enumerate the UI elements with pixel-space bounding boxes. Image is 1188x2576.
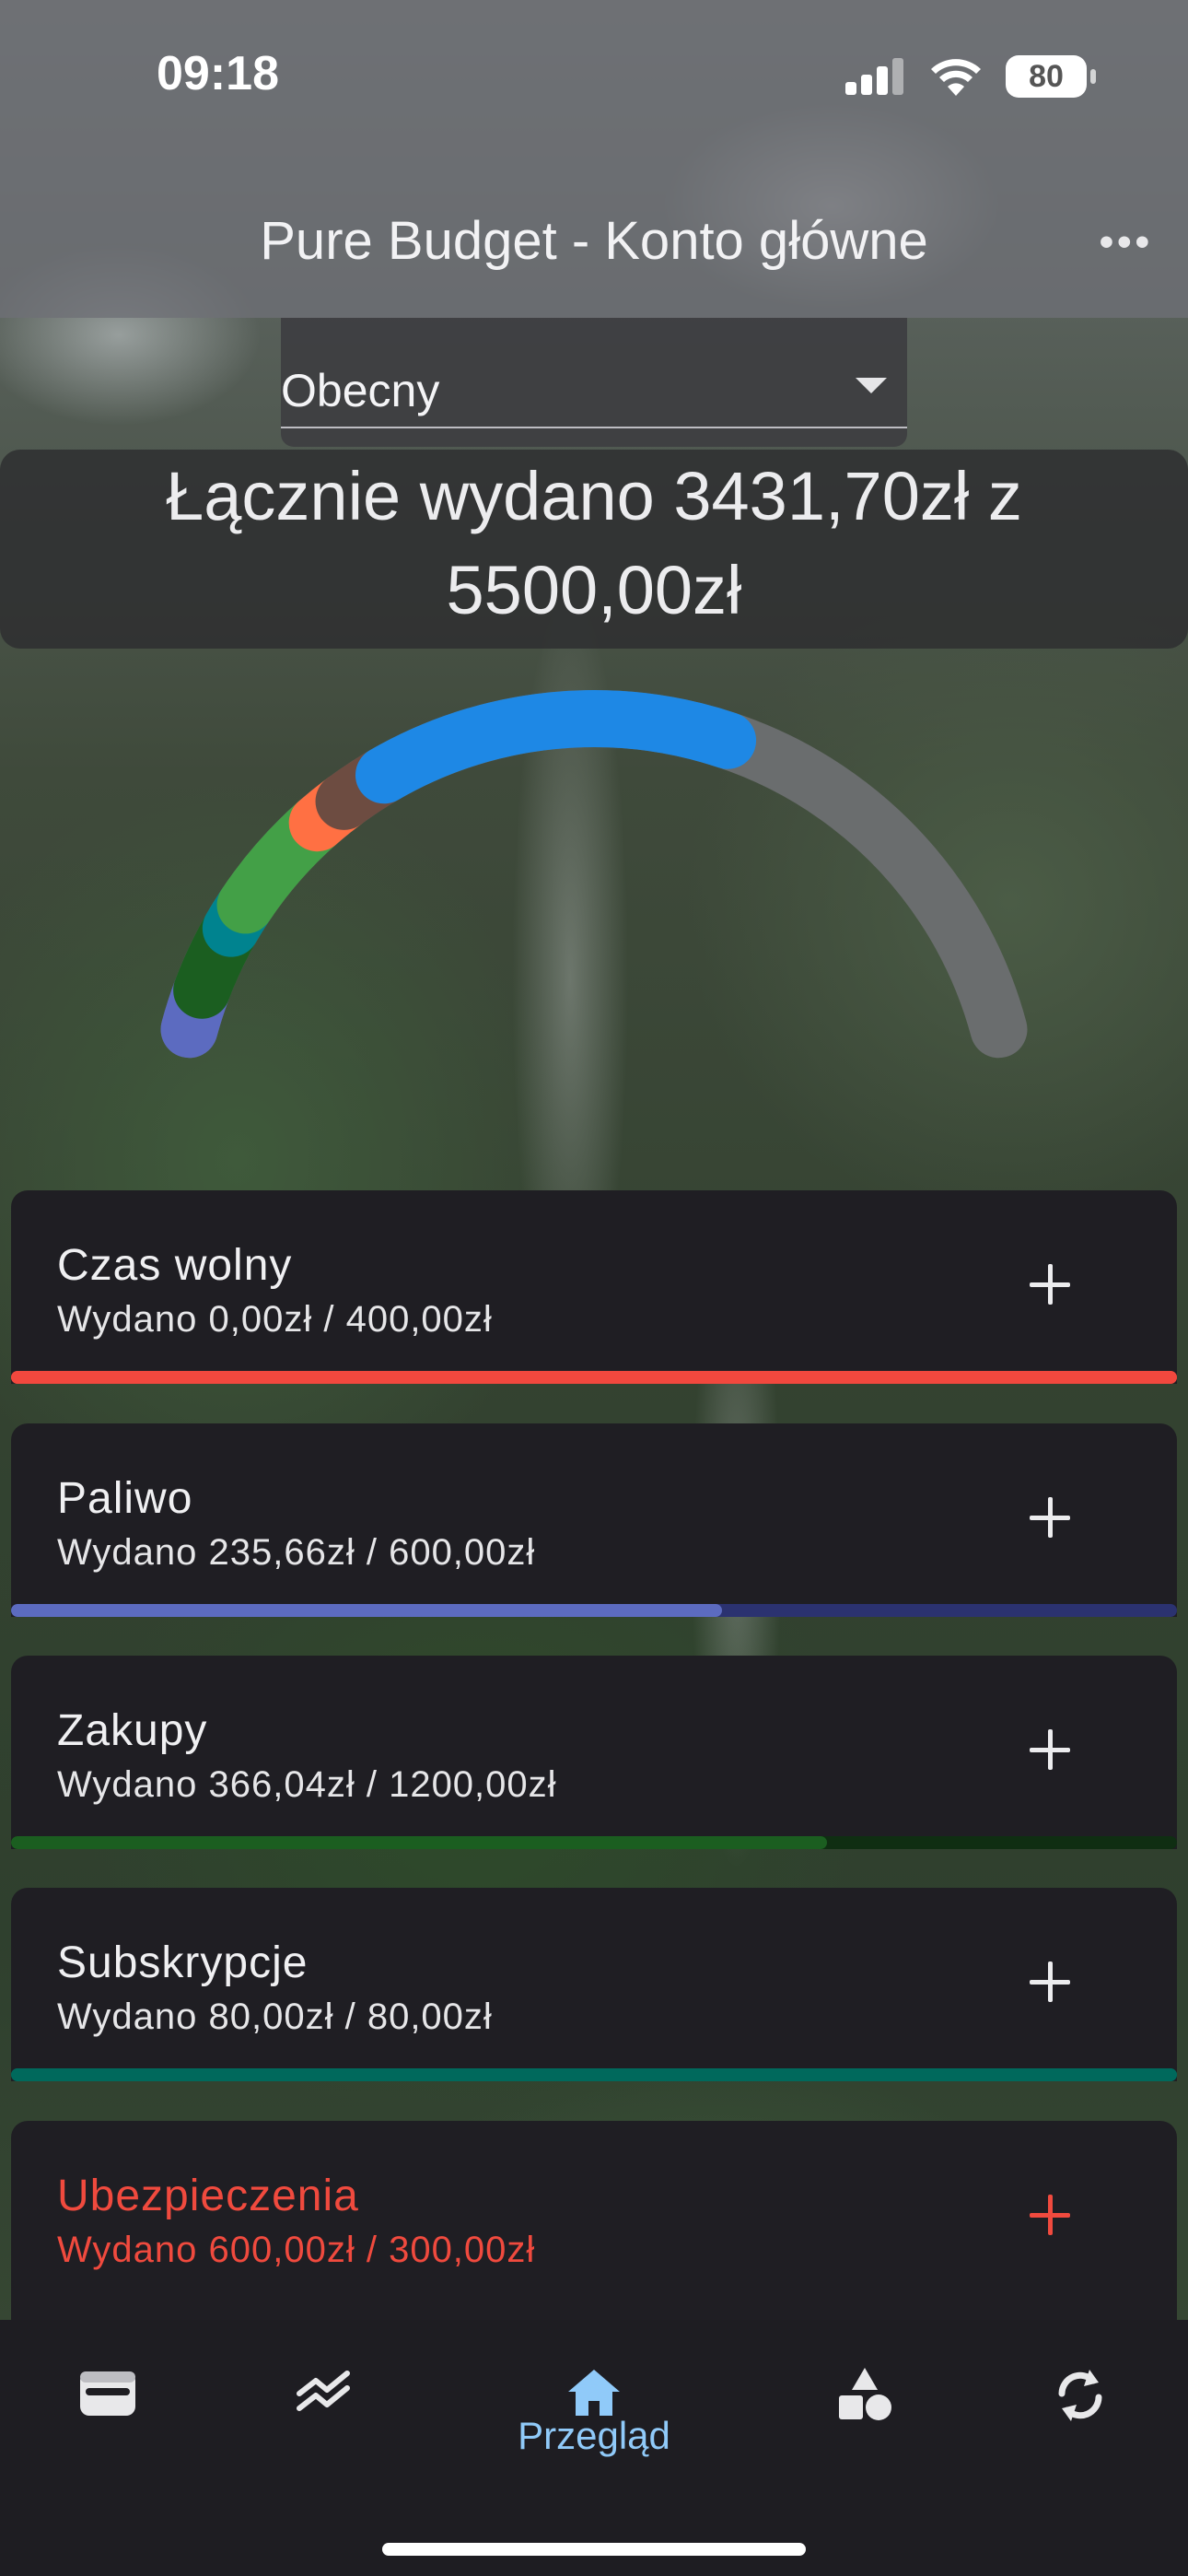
home-indicator[interactable]	[382, 2543, 806, 2556]
category-card[interactable]: Subskrypcje Wydano 80,00zł / 80,00zł	[11, 1888, 1177, 2081]
category-spent: Wydano 0,00zł / 400,00zł	[57, 1299, 493, 1340]
wifi-icon	[931, 59, 981, 96]
category-card[interactable]: Ubezpieczenia Wydano 600,00zł / 300,00zł	[11, 2121, 1177, 2320]
home-icon	[568, 2370, 620, 2416]
nav-label-overview: Przegląd	[518, 2414, 670, 2457]
category-name: Subskrypcje	[57, 1938, 309, 1987]
period-dropdown[interactable]: Obecny	[281, 318, 907, 447]
category-spent: Wydano 235,66zł / 600,00zł	[57, 1532, 536, 1573]
shapes-icon	[839, 2368, 891, 2420]
category-progress-bar	[11, 1371, 1177, 1384]
gauge-segment	[355, 690, 757, 804]
period-dropdown-value: Obecny	[281, 365, 440, 416]
category-spent: Wydano 366,04zł / 1200,00zł	[57, 1764, 557, 1805]
category-name: Paliwo	[57, 1474, 193, 1523]
category-card[interactable]: Czas wolny Wydano 0,00zł / 400,00zł	[11, 1190, 1177, 1384]
budget-gauge	[160, 689, 1028, 1059]
summary-line-1: Łącznie wydano 3431,70zł z	[166, 458, 1022, 534]
category-name: Zakupy	[57, 1706, 208, 1755]
category-progress-bar	[11, 1836, 1177, 1849]
category-spent: Wydano 80,00zł / 80,00zł	[57, 1996, 493, 2037]
add-expense-button[interactable]	[1030, 1497, 1070, 1538]
category-name: Ubezpieczenia	[57, 2172, 359, 2220]
category-name: Czas wolny	[57, 1241, 293, 1290]
add-expense-button[interactable]	[1030, 2195, 1070, 2235]
more-horizontal-icon[interactable]: •••	[1100, 219, 1153, 265]
add-expense-button[interactable]	[1030, 1264, 1070, 1305]
category-progress-bar	[11, 2068, 1177, 2081]
category-progress-fill	[11, 1836, 828, 1849]
category-progress-fill	[11, 1371, 1177, 1384]
wallet-icon	[80, 2371, 135, 2416]
category-progress-bar	[11, 1604, 1177, 1617]
spending-summary: Łącznie wydano 3431,70zł z 5500,00zł	[0, 450, 1188, 649]
page-title: Pure Budget - Konto główne	[260, 211, 928, 271]
add-expense-button[interactable]	[1030, 1729, 1070, 1770]
battery-icon: 80	[1006, 55, 1096, 98]
category-progress-fill	[11, 1604, 723, 1617]
chevron-down-icon	[856, 378, 887, 393]
cellular-signal-icon	[845, 58, 903, 95]
add-expense-button[interactable]	[1030, 1961, 1070, 2002]
trend-chart-icon	[297, 2371, 350, 2411]
category-progress-fill	[11, 2068, 1177, 2081]
dropdown-underline	[281, 427, 907, 428]
category-card[interactable]: Paliwo Wydano 235,66zł / 600,00zł	[11, 1423, 1177, 1617]
status-icons: 80	[845, 55, 1096, 98]
gauge-track	[160, 689, 1028, 1059]
category-spent: Wydano 600,00zł / 300,00zł	[57, 2230, 536, 2270]
category-card[interactable]: Zakupy Wydano 366,04zł / 1200,00zł	[11, 1656, 1177, 1849]
summary-line-2: 5500,00zł	[446, 552, 742, 628]
status-time: 09:18	[157, 47, 279, 100]
